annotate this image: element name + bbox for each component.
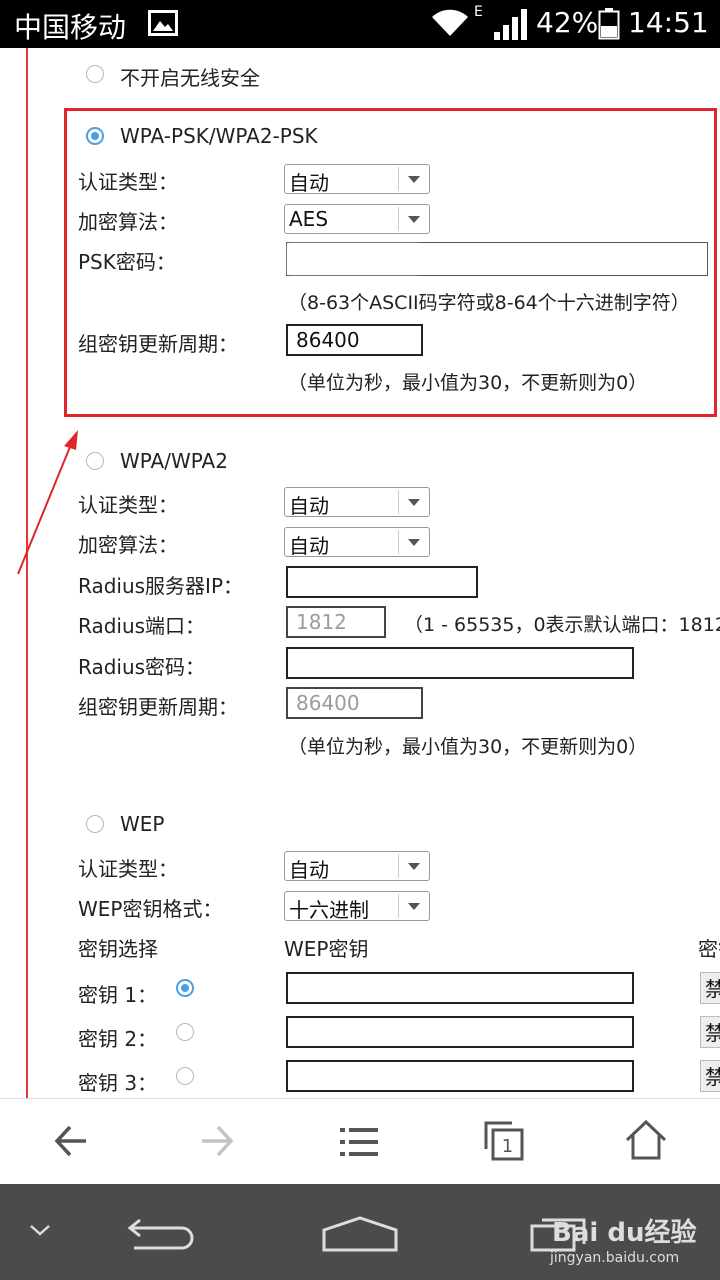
wpa-auth-value: 自动 [289,494,329,518]
wep-col-type: 密钥类型 [698,937,720,961]
wpa-psk-rekey-value: 86400 [296,328,360,352]
wep-key-3-input[interactable] [286,1060,634,1092]
chevron-down-icon [398,207,429,231]
wep-key-2-type-select[interactable]: 禁用 [700,1016,720,1048]
wpa-title: WPA/WPA2 [120,449,228,473]
wep-key-3-type-value: 禁用 [705,1065,720,1091]
wep-format-value: 十六进制 [289,898,369,922]
clock: 14:51 [628,6,709,39]
svg-text:1: 1 [502,1136,513,1157]
wep-format-select[interactable]: 十六进制 [284,891,430,922]
wifi-icon [432,9,468,36]
redaction-mark [293,249,413,269]
wpa-rekey-value: 86400 [296,691,360,715]
wpa-cipher-label: 加密算法： [78,533,178,557]
chevron-down-icon [398,894,429,918]
wep-key-2-input[interactable] [286,1016,634,1048]
wep-col-select: 密钥选择 [78,937,158,961]
wpa-psk-auth-label: 认证类型： [78,170,178,194]
wep-format-label: WEP密钥格式： [78,897,223,921]
wpa-psk-cipher-select[interactable]: AES [284,204,430,234]
watermark-url: jingyan.baidu.com [550,1250,680,1266]
wpa-psk-radio[interactable] [86,127,104,145]
psk-hint: （8-63个ASCII码字符或8-64个十六进制字符） [288,292,690,314]
wpa-cipher-select[interactable]: 自动 [284,527,430,558]
wpa-psk-rekey-input[interactable]: 86400 [286,324,423,356]
router-security-page: 不开启无线安全 WPA-PSK/WPA2-PSK 认证类型： 自动 加密算法： … [0,48,720,1098]
home-icon[interactable] [320,1214,400,1254]
no-security-radio[interactable] [86,65,104,83]
wep-auth-select[interactable]: 自动 [284,851,430,882]
system-nav-bar: Bai du经验 jingyan.baidu.com [0,1184,720,1280]
back-arrow-icon[interactable] [52,1123,92,1159]
wpa-cipher-value: 自动 [289,534,329,558]
wpa-psk-rekey-label: 组密钥更新周期： [78,332,238,356]
wpa-rekey-input[interactable]: 86400 [286,687,423,719]
wpa-psk-title: WPA-PSK/WPA2-PSK [120,124,318,148]
watermark-brand: Bai du经验 [552,1218,697,1248]
radius-ip-label: Radius服务器IP： [78,574,244,598]
wep-key-3-type-select[interactable]: 禁用 [700,1060,720,1092]
wpa-psk-cipher-label: 加密算法： [78,210,178,234]
wep-key-2-radio[interactable] [176,1023,194,1041]
wep-auth-value: 自动 [289,858,329,882]
forward-arrow-icon[interactable] [196,1123,236,1159]
wep-title: WEP [120,812,165,836]
wpa-rekey-hint: （单位为秒，最小值为30，不更新则为0） [288,736,648,758]
radius-port-hint: （1 - 65535，0表示默认端口：1812） [404,614,720,636]
wep-key-2-label: 密钥 2： [78,1027,158,1051]
wpa-auth-label: 认证类型： [78,493,178,517]
wep-key-1-label: 密钥 1： [78,983,158,1007]
radius-port-input[interactable]: 1812 [286,606,386,638]
browser-toolbar: 1 [0,1098,720,1184]
wep-key-1-radio[interactable] [176,979,194,997]
wpa-rekey-label: 组密钥更新周期： [78,695,238,719]
wep-radio[interactable] [86,815,104,833]
wep-auth-label: 认证类型： [78,857,178,881]
no-security-label: 不开启无线安全 [120,66,260,90]
chevron-down-icon [398,854,429,878]
image-notification-icon [148,10,178,36]
tabs-icon[interactable]: 1 [482,1119,526,1163]
wpa-psk-auth-value: 自动 [289,171,329,195]
radius-port-label: Radius端口： [78,614,206,638]
signal-icon [494,9,527,40]
wpa-psk-auth-select[interactable]: 自动 [284,164,430,195]
wep-key-2-type-value: 禁用 [705,1021,720,1047]
wep-col-key: WEP密钥 [284,937,369,961]
wep-key-1-type-select[interactable]: 禁用 [700,972,720,1004]
annotation-arrow-icon [17,430,78,575]
carrier-name: 中国移动 [14,11,127,44]
chevron-down-icon [398,167,429,191]
wpa-psk-rekey-hint: （单位为秒，最小值为30，不更新则为0） [288,372,648,394]
chevron-down-icon [398,530,429,554]
back-icon[interactable] [124,1214,196,1254]
status-bar: 中国移动 E 42% 14:51 [0,0,720,48]
radius-ip-input[interactable] [286,566,478,598]
radius-password-input[interactable] [286,647,634,679]
radius-port-value: 1812 [296,610,347,634]
network-type: E [474,4,483,20]
wep-key-3-label: 密钥 3： [78,1071,158,1095]
menu-list-icon[interactable] [338,1125,380,1159]
wep-key-1-type-value: 禁用 [705,977,720,1003]
wpa-auth-select[interactable]: 自动 [284,487,430,518]
wep-key-3-radio[interactable] [176,1067,194,1085]
chevron-down-icon[interactable] [28,1222,52,1238]
home-icon[interactable] [624,1119,668,1161]
psk-password-input[interactable] [286,242,708,276]
chevron-down-icon [398,490,429,514]
psk-password-label: PSK密码： [78,250,176,274]
wep-key-1-input[interactable] [286,972,634,1004]
battery-icon [598,8,620,40]
wpa-radio[interactable] [86,452,104,470]
radius-password-label: Radius密码： [78,655,206,679]
battery-percent: 42% [536,6,599,39]
wpa-psk-cipher-value: AES [289,207,329,231]
